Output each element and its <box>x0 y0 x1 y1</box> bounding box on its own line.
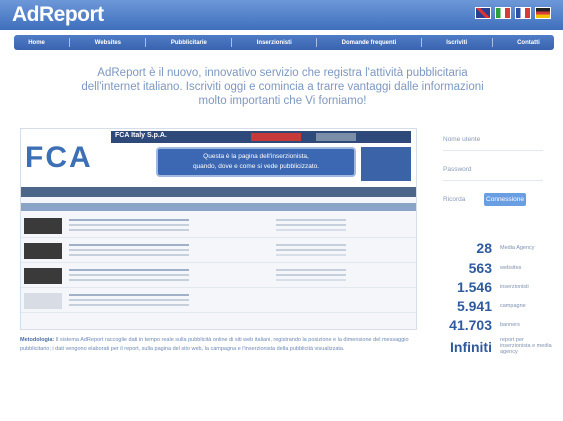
password-input[interactable] <box>443 180 543 181</box>
preview-row-text <box>69 269 189 271</box>
nav-item-iscriviti[interactable]: Iscriviti <box>442 40 471 46</box>
nav-divider <box>231 38 233 47</box>
advertiser-page-preview: FCA FCA Italy S.p.A. Questa è la pagina … <box>20 128 417 330</box>
stat-label: inserzionisti <box>500 284 529 290</box>
stat-websites: 563 websites <box>430 260 555 278</box>
methodology-title: Metodologia: <box>20 337 55 343</box>
intro-line-1: AdReport è il nuovo, innovativo servizio… <box>97 67 468 79</box>
stat-value: 28 <box>476 240 492 256</box>
nav-item-contatti[interactable]: Contatti <box>513 40 544 46</box>
nav-item-pubblicitarie[interactable]: Pubblicitarie <box>167 40 211 46</box>
stat-label: report per inserzionista e media agency <box>500 337 552 355</box>
nav-divider <box>145 38 147 47</box>
methodology-text: Il sistema AdReport raccoglie dati in te… <box>20 337 409 352</box>
preview-side-menu <box>361 147 411 181</box>
stat-label: Media Agency <box>500 245 535 251</box>
preview-brand-logo: FCA <box>25 141 93 174</box>
main-navigation: Home Websites Pubblicitarie Inserzionist… <box>14 35 554 50</box>
stat-value: 41.703 <box>449 317 492 333</box>
login-button[interactable]: Connessione <box>484 193 526 206</box>
remember-me-checkbox[interactable]: Ricorda <box>443 196 465 203</box>
stat-label: banners <box>500 322 520 328</box>
preview-row <box>21 290 416 313</box>
preview-red-tag <box>251 133 301 141</box>
uk-flag-icon[interactable] <box>475 7 491 19</box>
language-switcher <box>475 7 551 19</box>
top-header-bar: AdReport <box>0 0 563 30</box>
nav-divider <box>69 38 71 47</box>
preview-tab <box>316 133 356 141</box>
password-label: Password <box>443 166 472 173</box>
stat-value: Infiniti <box>450 339 492 355</box>
stat-value: 563 <box>468 260 492 276</box>
preview-row <box>21 240 416 263</box>
preview-row <box>21 265 416 288</box>
preview-thumbnail <box>24 218 62 234</box>
de-flag-icon[interactable] <box>535 7 551 19</box>
preview-row-text <box>69 244 189 246</box>
stat-label: websites <box>500 265 522 271</box>
stat-value: 5.941 <box>456 298 492 314</box>
preview-row <box>21 215 416 238</box>
preview-column-header <box>21 203 416 211</box>
stat-inserzionisti: 1.546 inserzionisti <box>430 279 555 297</box>
preview-thumbnail <box>24 268 62 284</box>
stat-value: 1.546 <box>456 279 492 295</box>
intro-text: AdReport è il nuovo, innovativo servizio… <box>20 66 545 108</box>
nav-divider <box>491 38 493 47</box>
tooltip-line-2: quando, dove e come si vede pubblicizzat… <box>192 163 320 170</box>
preview-section-bar <box>21 187 416 197</box>
preview-header: FCA FCA Italy S.p.A. Questa è la pagina … <box>21 129 416 187</box>
preview-title: FCA Italy S.p.A. <box>115 132 167 139</box>
nav-item-faq[interactable]: Domande frequenti <box>338 40 401 46</box>
nav-divider <box>316 38 318 47</box>
preview-row-meta <box>276 244 346 246</box>
intro-line-3: molto importanti che Vi forniamo! <box>198 95 367 107</box>
stat-banners: 41.703 banners <box>430 317 555 335</box>
intro-line-2: dell'internet italiano. Iscriviti oggi e… <box>81 81 484 93</box>
preview-row-meta <box>276 219 346 221</box>
nav-item-websites[interactable]: Websites <box>91 40 125 46</box>
preview-tooltip: Questa è la pagina dell'inserzionista, q… <box>156 147 356 177</box>
preview-thumbnail <box>24 243 62 259</box>
preview-row-text <box>69 219 189 221</box>
stat-reports: Infiniti report per inserzionista e medi… <box>430 337 555 357</box>
site-logo[interactable]: AdReport <box>12 3 104 27</box>
fr-flag-icon[interactable] <box>515 7 531 19</box>
preview-row-text <box>69 294 189 296</box>
preview-row-meta <box>276 269 346 271</box>
stat-media-agency: 28 Media Agency <box>430 240 555 258</box>
stat-label: campagne <box>500 303 526 309</box>
nav-item-home[interactable]: Home <box>24 40 49 46</box>
username-label: Nome utente <box>443 136 481 143</box>
methodology-note: Metodologia: Il sistema AdReport raccogl… <box>20 336 415 353</box>
nav-divider <box>420 38 422 47</box>
it-flag-icon[interactable] <box>495 7 511 19</box>
stat-campagne: 5.941 campagne <box>430 298 555 316</box>
nav-item-inserzionisti[interactable]: Inserzionisti <box>253 40 296 46</box>
tooltip-line-1: Questa è la pagina dell'inserzionista, <box>203 153 309 160</box>
preview-thumbnail <box>24 293 62 309</box>
username-input[interactable] <box>443 150 543 151</box>
